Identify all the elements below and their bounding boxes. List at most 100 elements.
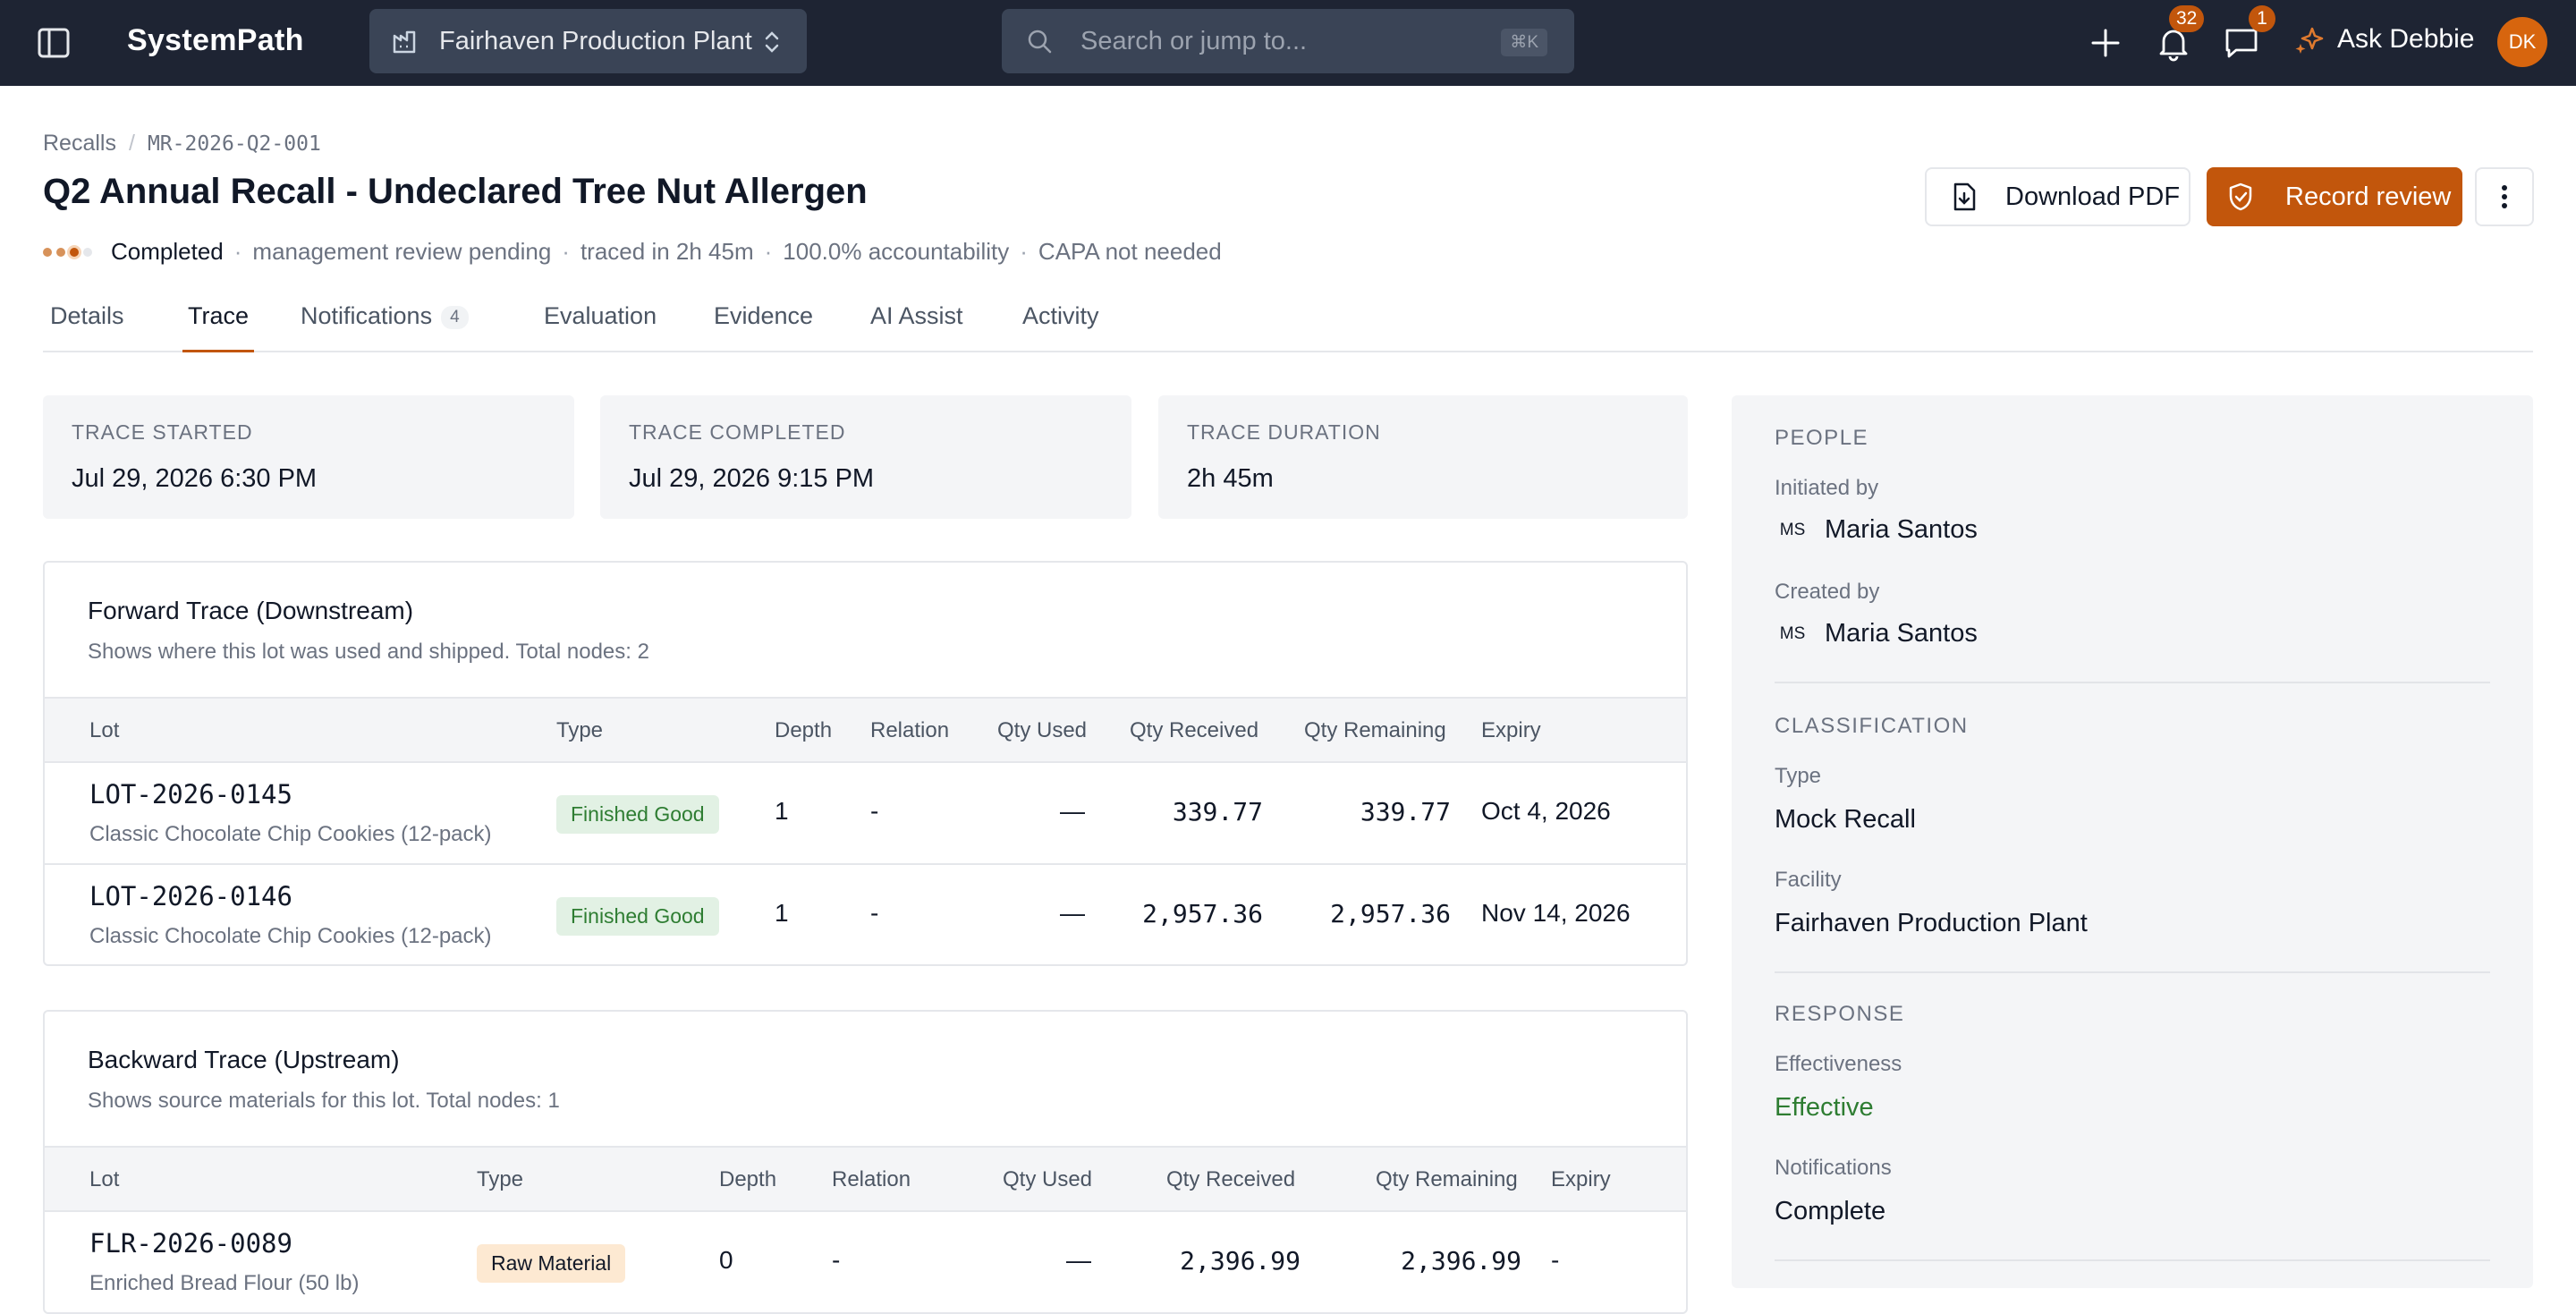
- stat-trace-completed: TRACE COMPLETED Jul 29, 2026 9:15 PM: [600, 395, 1131, 519]
- depth-value: 0: [719, 1246, 733, 1274]
- file-download-icon: [1953, 182, 1976, 211]
- created-by-label: Created by: [1775, 580, 1880, 604]
- table-row[interactable]: LOT-2026-0146 Classic Chocolate Chip Coo…: [45, 865, 1686, 964]
- type-label: Type: [1775, 764, 1822, 788]
- qty-used-value: —: [1060, 899, 1085, 927]
- ask-label: Ask Debbie: [2337, 24, 2475, 54]
- record-review-button[interactable]: Record review: [2207, 167, 2462, 226]
- panel-subtitle: Shows source materials for this lot. Tot…: [88, 1089, 560, 1113]
- column-header[interactable]: Type: [477, 1167, 523, 1192]
- table-row[interactable]: LOT-2026-0145 Classic Chocolate Chip Coo…: [45, 763, 1686, 865]
- search-input[interactable]: Search or jump to... ⌘K: [1002, 9, 1574, 73]
- facility-value: Fairhaven Production Plant: [1775, 909, 2088, 937]
- column-header[interactable]: Type: [556, 718, 603, 743]
- column-header[interactable]: Relation: [832, 1167, 911, 1192]
- lot-id[interactable]: LOT-2026-0146: [89, 881, 292, 911]
- backward-trace-panel: Backward Trace (Upstream) Shows source m…: [43, 1010, 1688, 1314]
- column-header[interactable]: Qty Remaining: [1304, 718, 1446, 743]
- status-line: Completed · management review pending · …: [43, 238, 1222, 266]
- download-pdf-label: Download PDF: [2005, 182, 2181, 211]
- tab-evaluation[interactable]: Evaluation: [544, 302, 657, 352]
- stat-trace-started: TRACE STARTED Jul 29, 2026 6:30 PM: [43, 395, 574, 519]
- tab-bar: Details Trace Notifications 4 Evaluation …: [43, 286, 2533, 352]
- qty-received-value: 2,957.36: [1142, 899, 1263, 928]
- stat-value: 2h 45m: [1187, 464, 1274, 493]
- more-actions-button[interactable]: [2475, 167, 2534, 226]
- meta-traced: traced in 2h 45m: [580, 238, 754, 265]
- section-title-people: PEOPLE: [1775, 426, 1869, 450]
- search-placeholder: Search or jump to...: [1080, 26, 1308, 55]
- lot-id[interactable]: FLR-2026-0089: [89, 1228, 292, 1259]
- relation-value: -: [832, 1246, 841, 1274]
- stat-value: Jul 29, 2026 6:30 PM: [72, 464, 318, 493]
- depth-value: 1: [775, 899, 789, 927]
- breadcrumb-recalls[interactable]: Recalls: [43, 131, 116, 157]
- breadcrumb-separator: /: [128, 131, 135, 156]
- tab-notifications[interactable]: Notifications 4: [301, 302, 469, 352]
- initiated-by-person[interactable]: MS Maria Santos: [1775, 515, 1978, 545]
- search-shortcut: ⌘K: [1501, 29, 1547, 56]
- tab-label: Evidence: [714, 302, 814, 329]
- created-by-person[interactable]: MS Maria Santos: [1775, 619, 1978, 649]
- ask-assistant-button[interactable]: Ask Debbie: [2294, 23, 2474, 55]
- column-header[interactable]: Lot: [89, 1167, 119, 1192]
- user-avatar[interactable]: DK: [2497, 17, 2547, 67]
- more-vertical-icon: [2502, 185, 2507, 208]
- download-pdf-button[interactable]: Download PDF: [1925, 167, 2190, 226]
- type-badge: Finished Good: [556, 897, 719, 936]
- initiated-by-label: Initiated by: [1775, 476, 1879, 500]
- panel-subtitle: Shows where this lot was used and shippe…: [88, 640, 649, 664]
- forward-trace-panel: Forward Trace (Downstream) Shows where t…: [43, 561, 1688, 966]
- column-header[interactable]: Qty Received: [1166, 1167, 1295, 1192]
- brand-logo[interactable]: SystemPath: [127, 23, 304, 58]
- column-header[interactable]: Expiry: [1481, 718, 1541, 743]
- stat-label: TRACE STARTED: [72, 420, 253, 444]
- qty-received-value: 339.77: [1172, 797, 1263, 827]
- sidebar-toggle-icon[interactable]: [36, 25, 72, 61]
- plus-icon[interactable]: [2086, 23, 2125, 63]
- column-header[interactable]: Lot: [89, 718, 119, 743]
- column-header[interactable]: Qty Used: [1003, 1167, 1092, 1192]
- status-text: Completed: [111, 238, 224, 265]
- details-sidebar: PEOPLE Initiated by MS Maria Santos Crea…: [1732, 395, 2533, 1288]
- tab-trace[interactable]: Trace: [182, 302, 255, 352]
- type-badge: Raw Material: [477, 1244, 626, 1283]
- tab-activity[interactable]: Activity: [1022, 302, 1099, 352]
- meta-review: management review pending: [252, 238, 552, 265]
- meta-capa: CAPA not needed: [1038, 238, 1222, 265]
- qty-remaining-value: 339.77: [1360, 797, 1451, 827]
- column-header[interactable]: Expiry: [1551, 1167, 1611, 1192]
- table-header: Lot Type Depth Relation Qty Used Qty Rec…: [45, 1146, 1686, 1212]
- lot-description: Classic Chocolate Chip Cookies (12-pack): [89, 822, 492, 846]
- qty-remaining-value: 2,957.36: [1330, 899, 1451, 928]
- column-header[interactable]: Qty Received: [1130, 718, 1258, 743]
- panel-title: Backward Trace (Upstream): [88, 1046, 400, 1073]
- divider: [1775, 971, 2490, 973]
- search-icon: [1028, 30, 1052, 54]
- notifications-label: Notifications: [1775, 1156, 1892, 1180]
- stat-label: TRACE COMPLETED: [629, 420, 846, 444]
- person-initials: MS: [1779, 520, 1806, 539]
- lot-id[interactable]: LOT-2026-0145: [89, 779, 292, 810]
- effectiveness-value: Effective: [1775, 1093, 1874, 1122]
- meta-accountability: 100.0% accountability: [783, 238, 1010, 265]
- facility-switcher[interactable]: Fairhaven Production Plant: [369, 9, 807, 73]
- table-row[interactable]: FLR-2026-0089 Enriched Bread Flour (50 l…: [45, 1212, 1686, 1312]
- top-bar: SystemPath Fairhaven Production Plant Se…: [0, 0, 2576, 86]
- record-review-label: Record review: [2285, 182, 2452, 211]
- column-header[interactable]: Depth: [719, 1167, 776, 1192]
- qty-used-value: —: [1066, 1246, 1091, 1274]
- panel-title: Forward Trace (Downstream): [88, 597, 414, 624]
- section-title-response: RESPONSE: [1775, 1002, 1905, 1026]
- column-header[interactable]: Depth: [775, 718, 832, 743]
- column-header[interactable]: Qty Used: [997, 718, 1087, 743]
- shield-check-icon: [2229, 182, 2252, 211]
- stat-label: TRACE DURATION: [1187, 420, 1381, 444]
- tab-ai-assist[interactable]: AI Assist: [870, 302, 963, 352]
- column-header[interactable]: Qty Remaining: [1376, 1167, 1518, 1192]
- tab-details[interactable]: Details: [50, 302, 124, 352]
- column-header[interactable]: Relation: [870, 718, 949, 743]
- lot-description: Classic Chocolate Chip Cookies (12-pack): [89, 924, 492, 948]
- messages-badge: 1: [2249, 5, 2275, 32]
- tab-evidence[interactable]: Evidence: [714, 302, 813, 352]
